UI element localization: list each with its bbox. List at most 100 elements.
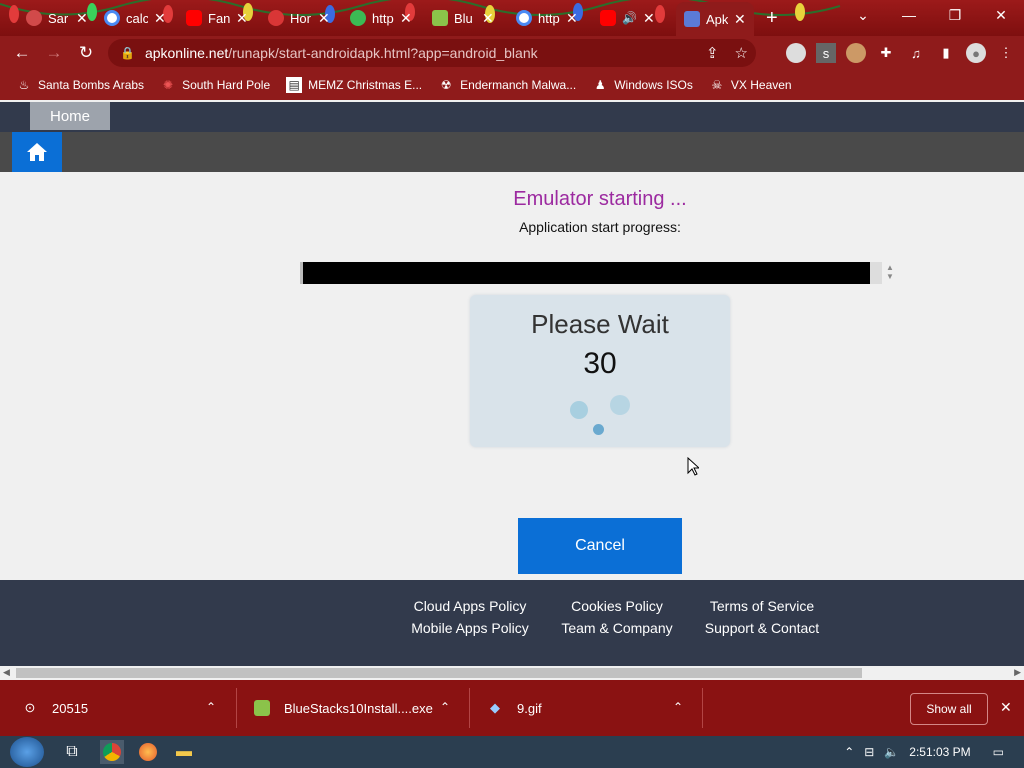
chevron-up-icon[interactable]: ⌃ <box>206 700 216 714</box>
tab-calc[interactable]: calc ✕ <box>104 4 166 32</box>
virus-icon: ✺ <box>163 78 174 92</box>
tab-title: http <box>372 10 394 26</box>
close-tab-icon[interactable]: ✕ <box>566 10 578 27</box>
close-tab-icon[interactable]: ✕ <box>400 10 412 27</box>
tab-title: Sar <box>48 10 69 26</box>
tab-fan[interactable]: Fan ✕ <box>186 4 248 32</box>
colorful-favicon-icon <box>350 10 366 26</box>
bookmark-star-icon[interactable]: ☆ <box>735 44 748 62</box>
download-item[interactable]: ⊙ 20515 <box>22 680 89 736</box>
tab-blu[interactable]: Blu ✕ <box>432 4 494 32</box>
reload-icon[interactable]: ↻ <box>70 37 102 69</box>
window-controls: ⌄ — ❐ ✕ <box>840 0 1024 30</box>
bookmark-label: South Hard Pole <box>182 78 271 92</box>
tab-http-2[interactable]: http ✕ <box>516 4 578 32</box>
bookmark-label: Windows ISOs <box>614 78 693 92</box>
scroll-right-icon[interactable]: ▶ <box>1014 667 1021 678</box>
file-icon: ⊙ <box>24 700 36 715</box>
extensions-puzzle-icon[interactable]: ✚ <box>876 43 896 63</box>
download-item[interactable]: ◆ 9.gif <box>487 680 542 736</box>
youtube-icon <box>186 10 202 26</box>
extension-avatar-icon[interactable] <box>846 43 866 63</box>
network-icon[interactable]: ⊟ <box>864 745 874 759</box>
scroll-left-icon[interactable]: ◀ <box>3 667 10 678</box>
bookmark-label: MEMZ Christmas E... <box>308 78 423 92</box>
close-tab-icon[interactable]: ✕ <box>154 10 166 27</box>
apkonline-icon <box>684 11 700 27</box>
profile-avatar-icon[interactable]: ● <box>966 43 986 63</box>
close-tab-icon[interactable]: ✕ <box>76 10 88 27</box>
extension-flag-icon[interactable] <box>786 43 806 63</box>
tab-favicon-icon <box>26 10 42 26</box>
firefox-taskbar-icon[interactable] <box>136 740 160 764</box>
url-domain: apkonline.net <box>144 45 229 61</box>
new-tab-button[interactable]: + <box>766 4 778 32</box>
media-controls-icon[interactable]: ♫ <box>906 43 926 63</box>
close-downloads-icon[interactable]: ✕ <box>1000 699 1012 716</box>
close-tab-icon[interactable]: ✕ <box>643 10 655 27</box>
tab-santa[interactable]: Sar ✕ <box>26 4 88 32</box>
menu-kebab-icon[interactable]: ⋮ <box>996 43 1016 63</box>
bookmark-item[interactable]: ✺ South Hard Pole <box>160 77 270 93</box>
loading-dot <box>593 424 604 435</box>
plus-icon: + <box>766 6 778 29</box>
download-item[interactable]: BlueStacks10Install....exe <box>254 680 433 736</box>
footer-link-mobile-apps-policy[interactable]: Mobile Apps Policy <box>395 620 545 636</box>
scrollbar-thumb[interactable] <box>16 668 862 678</box>
task-view-icon[interactable]: ⧉ <box>60 740 84 764</box>
toolbar: ← → ↻ 🔒 apkonline.net /runapk/start-andr… <box>0 36 1024 70</box>
bookmark-item[interactable]: ▤ MEMZ Christmas E... <box>286 77 422 93</box>
system-tray: ⌃ ⊟ 🔈 2:51:03 PM ▭ <box>844 736 1004 768</box>
close-tab-icon[interactable]: ✕ <box>318 10 330 27</box>
bookmark-item[interactable]: ☠ VX Heaven <box>709 77 792 93</box>
close-tab-icon[interactable]: ✕ <box>236 10 248 27</box>
extension-s-icon[interactable]: s <box>816 43 836 63</box>
close-window-icon[interactable]: ✕ <box>978 0 1024 30</box>
close-tab-icon[interactable]: ✕ <box>734 11 746 28</box>
bookmark-label: Endermanch Malwa... <box>460 78 577 92</box>
notifications-icon[interactable]: ▭ <box>993 745 1004 759</box>
footer-link-team-company[interactable]: Team & Company <box>542 620 692 636</box>
clock[interactable]: 2:51:03 PM <box>909 745 970 759</box>
home-button[interactable] <box>12 132 62 172</box>
loading-dot <box>610 395 630 415</box>
close-tab-icon[interactable]: ✕ <box>482 10 494 27</box>
tab-apkonline-active[interactable]: Apk ✕ <box>676 2 754 36</box>
horizontal-scrollbar[interactable]: ◀ ▶ <box>0 666 1024 680</box>
bluestacks-icon <box>432 10 448 26</box>
show-hidden-icons-icon[interactable]: ⌃ <box>844 745 854 759</box>
restore-icon[interactable]: ❐ <box>932 0 978 30</box>
back-icon[interactable]: ← <box>6 37 38 69</box>
footer-link-cookies-policy[interactable]: Cookies Policy <box>542 598 692 614</box>
footer-link-support-contact[interactable]: Support & Contact <box>687 620 837 636</box>
bookmark-item[interactable]: ♟ Windows ISOs <box>592 77 693 93</box>
side-panel-icon[interactable]: ▮ <box>936 43 956 63</box>
downloads-bar: ⊙ 20515 ⌃ BlueStacks10Install....exe ⌃ ◆… <box>0 680 1024 736</box>
tab-search-icon[interactable]: ⌄ <box>840 0 886 30</box>
bookmark-item[interactable]: ♨ Santa Bombs Arabs <box>16 77 144 93</box>
chevron-up-icon[interactable]: ⌃ <box>440 700 450 714</box>
volume-icon[interactable]: 🔈 <box>884 745 899 759</box>
forward-icon[interactable]: → <box>38 37 70 69</box>
download-filename: BlueStacks10Install....exe <box>284 700 433 716</box>
bookmark-item[interactable]: ☢ Endermanch Malwa... <box>438 77 576 93</box>
tab-youtube-audio[interactable]: 🔊 ✕ <box>600 4 655 32</box>
footer-link-terms[interactable]: Terms of Service <box>687 598 837 614</box>
footer-link-cloud-apps-policy[interactable]: Cloud Apps Policy <box>395 598 545 614</box>
speaker-icon[interactable]: 🔊 <box>622 11 637 25</box>
spinner-arrows-icon[interactable]: ▲ ▼ <box>886 263 894 281</box>
share-icon[interactable]: ⇪ <box>706 44 719 62</box>
lock-icon[interactable]: 🔒 <box>120 46 135 60</box>
cancel-button[interactable]: Cancel <box>518 518 682 574</box>
home-nav-tab[interactable]: Home <box>30 102 110 130</box>
tab-http-1[interactable]: http ✕ <box>350 4 412 32</box>
address-bar[interactable]: 🔒 apkonline.net /runapk/start-androidapk… <box>108 39 756 67</box>
tab-hor[interactable]: Hor ✕ <box>268 4 330 32</box>
start-button-icon[interactable] <box>10 737 44 767</box>
site-footer: Cloud Apps Policy Cookies Policy Terms o… <box>0 580 1024 666</box>
chrome-taskbar-icon[interactable] <box>100 740 124 764</box>
chevron-up-icon[interactable]: ⌃ <box>673 700 683 714</box>
minimize-icon[interactable]: — <box>886 0 932 30</box>
show-all-downloads-button[interactable]: Show all <box>910 693 988 725</box>
file-explorer-icon[interactable]: ▬ <box>172 740 196 764</box>
